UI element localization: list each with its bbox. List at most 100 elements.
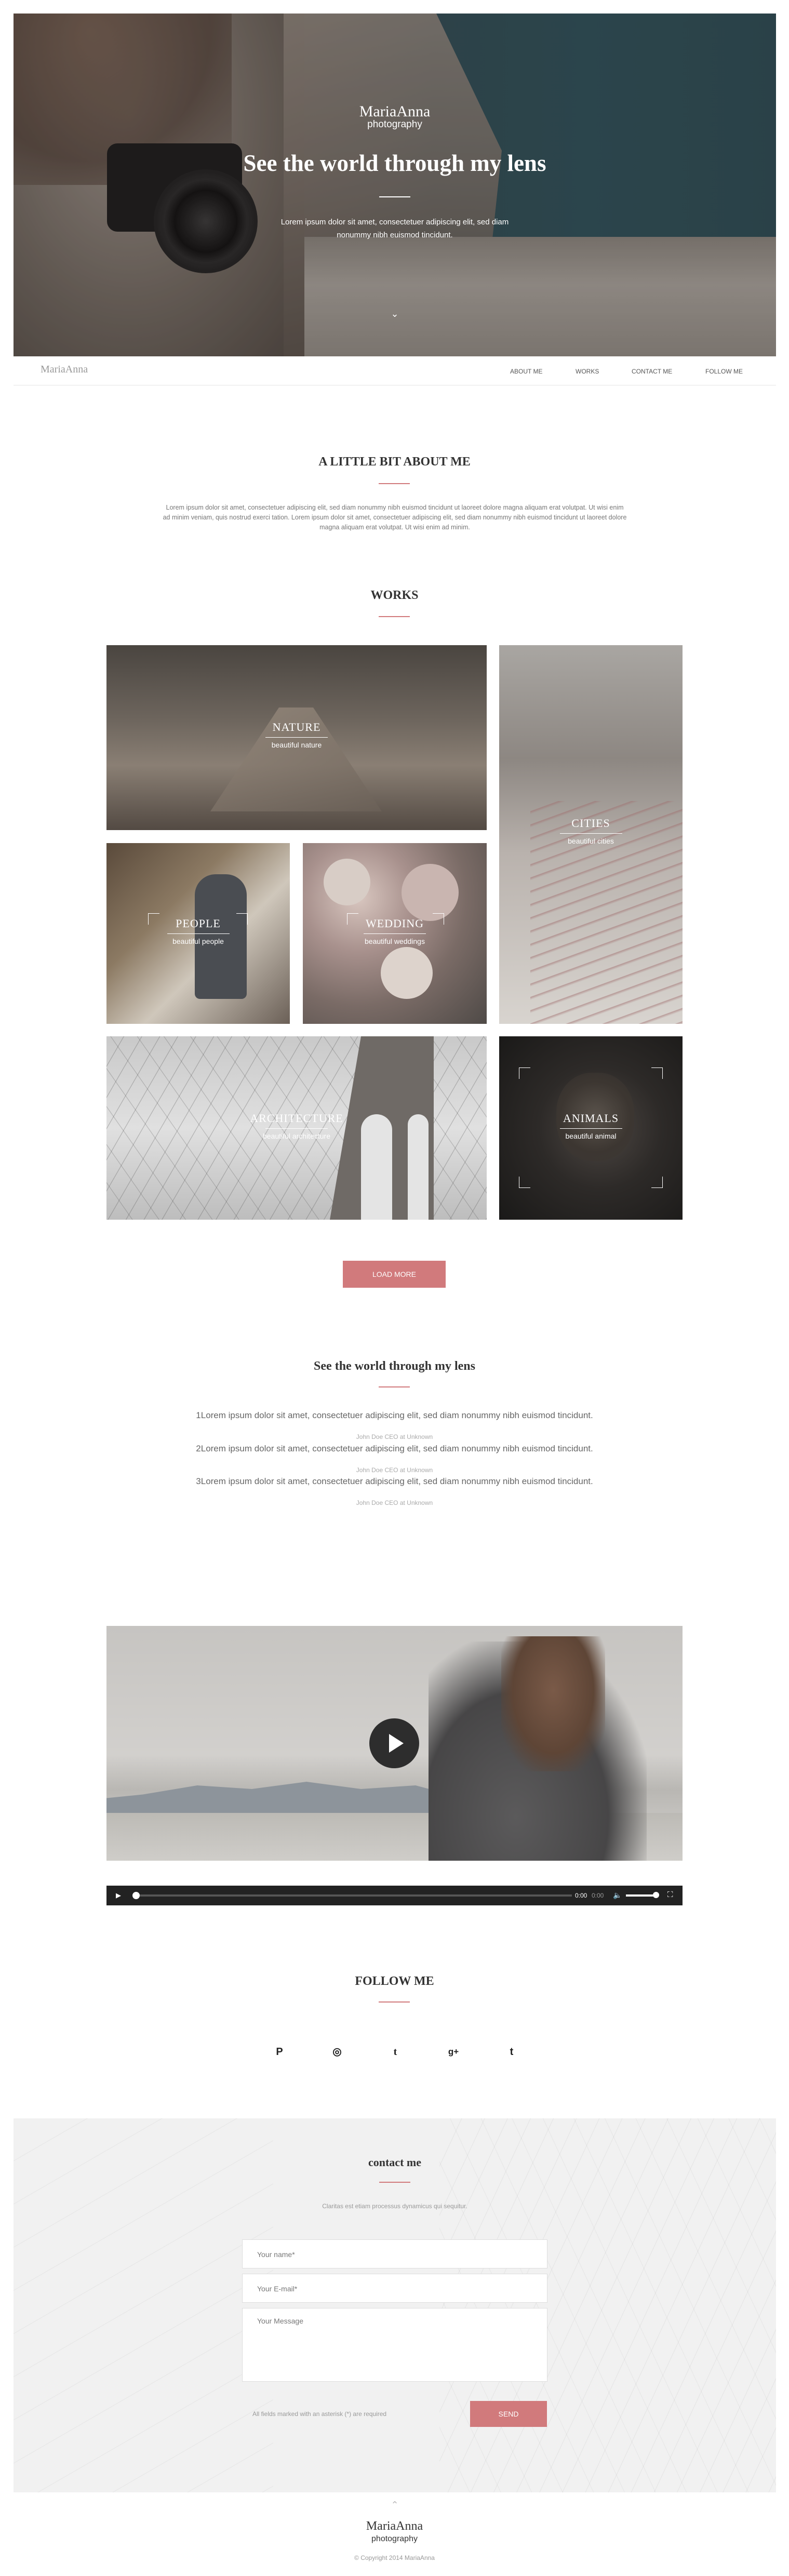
work-tile-sub: beautiful animal [565,1132,617,1140]
testimonial-quote: 3Lorem ipsum dolor sit amet, consectetue… [196,1476,593,1486]
work-tile-title: NATURE [272,720,321,733]
volume-icon[interactable]: 🔈 [613,1891,622,1900]
work-tile-title: CITIES [571,817,610,830]
play-icon[interactable]: ▶ [116,1891,121,1900]
navbar: MariaAnna ABOUT ME WORKS CONTACT ME FOLL… [14,356,776,385]
pinterest-icon[interactable]: P [272,2044,287,2060]
chevron-up-icon[interactable]: ⌃ [389,2500,401,2510]
hero-divider [379,196,410,197]
work-tile-line [265,737,328,738]
corner-tr [651,1067,663,1079]
tumblr-icon[interactable]: t [504,2044,519,2060]
video-image-hair [501,1636,605,1771]
testimonial-author: John Doe CEO at Unknown [356,1466,433,1474]
work-tile-architecture-caption: ARCHITECTURE beautiful architecture [106,1112,487,1140]
hero-title: See the world through my lens [243,150,546,176]
video-controls: ▶ 0:00 0:00 🔈 ⛶ [106,1886,683,1905]
testimonials-divider [379,1386,410,1387]
work-tile-sub: beautiful cities [568,837,614,845]
work-tile-animals[interactable]: ANIMALS beautiful animal [499,1036,683,1220]
fullscreen-icon[interactable]: ⛶ [667,1890,673,1899]
testimonial-quote: 1Lorem ipsum dolor sit amet, consectetue… [196,1410,593,1420]
testimonials-title: See the world through my lens [314,1359,475,1373]
work-tile-nature-caption: NATURE beautiful nature [106,720,487,749]
about-text: Lorem ipsum dolor sit amet, consectetuer… [163,504,627,531]
work-tile-nature[interactable]: NATURE beautiful nature [106,645,487,830]
footer-brand-sub: photography [371,2534,418,2543]
work-tile-sub: beautiful weddings [365,937,425,945]
testimonial-author: John Doe CEO at Unknown [356,1499,433,1506]
about-title: A LITTLE BIT ABOUT ME [318,455,471,469]
hero-text: Lorem ipsum dolor sit amet, consectetuer… [280,218,509,239]
work-tile-title: PEOPLE [176,917,221,930]
play-icon[interactable] [369,1718,419,1768]
work-tile-sub: beautiful nature [271,741,322,749]
video-time: 0:00 [575,1892,587,1899]
about-divider [379,483,410,484]
message-field[interactable]: Your Message [242,2308,547,2382]
corner-tl [519,1067,530,1079]
work-tile-sub: beautiful architecture [263,1132,330,1140]
contact-subtitle: Claritas est etiam processus dynamicus q… [322,2203,467,2210]
hero-brand-name: MariaAnna [359,103,431,120]
testimonial-quote: 2Lorem ipsum dolor sit amet, consectetue… [196,1444,593,1453]
chevron-down-icon[interactable]: ⌄ [389,309,401,321]
wedding-image-rose [381,947,433,999]
hero-brand-sub: photography [367,119,422,130]
work-tile-architecture[interactable]: ARCHITECTURE beautiful architecture [106,1036,487,1220]
contact-bg-cables [14,2118,273,2492]
contact-divider [379,2182,410,2183]
work-tile-sub: beautiful people [172,937,224,945]
hero-overlay [14,14,776,356]
work-tile-wedding-caption: WEDDING beautiful weddings [303,917,487,945]
work-tile-cities-caption: CITIES beautiful cities [499,817,683,845]
work-tile-cities[interactable]: CITIES beautiful cities [499,645,683,1024]
video-progress-track[interactable] [137,1894,572,1897]
work-tile-title: ARCHITECTURE [250,1112,343,1125]
work-tile-line [559,1128,622,1129]
twitter-icon[interactable]: t [387,2044,403,2060]
required-note: All fields marked with an asterisk (*) a… [252,2410,387,2418]
load-more-button[interactable]: LOAD MORE [343,1261,446,1288]
send-button[interactable]: SEND [470,2401,547,2427]
volume-slider[interactable] [626,1894,657,1897]
work-tile-title: ANIMALS [563,1112,619,1125]
hero-banner: MariaAnna photography See the world thro… [14,14,776,356]
work-tile-line [265,1128,328,1129]
nav-item-works[interactable]: WORKS [576,368,599,375]
nav-item-contact[interactable]: CONTACT ME [632,368,672,375]
corner-bl [519,1177,530,1188]
testimonial-author: John Doe CEO at Unknown [356,1433,433,1440]
email-field[interactable]: Your E-mail* [242,2274,547,2303]
volume-handle[interactable] [653,1892,659,1898]
video-duration: 0:00 [592,1892,604,1899]
nav-item-about[interactable]: ABOUT ME [510,368,542,375]
contact-section: contact me Claritas est etiam processus … [14,2118,776,2492]
work-tile-line [559,833,622,834]
work-tile-line [364,933,426,934]
wedding-image-rose [324,859,370,905]
follow-divider [379,2001,410,2003]
google-plus-icon[interactable]: g+ [446,2044,461,2060]
footer-brand-name: MariaAnna [366,2519,423,2533]
work-tile-people-caption: PEOPLE beautiful people [106,917,290,945]
work-tile-animals-caption: ANIMALS beautiful animal [499,1112,683,1140]
footer-copyright: © Copyright 2014 MariaAnna [354,2554,435,2561]
video-player[interactable] [106,1626,683,1861]
nav-logo[interactable]: MariaAnna [41,364,88,376]
follow-title: FOLLOW ME [355,1974,434,1988]
work-tile-people[interactable]: PEOPLE beautiful people [106,843,290,1024]
instagram-icon[interactable]: ◎ [329,2044,345,2060]
work-tile-title: WEDDING [365,917,424,930]
video-image-hills [106,1782,470,1814]
works-divider [379,616,410,617]
works-title: WORKS [370,589,419,602]
corner-br [651,1177,663,1188]
contact-title: contact me [368,2156,421,2169]
name-field[interactable]: Your name* [242,2239,547,2268]
video-progress-handle[interactable] [132,1892,140,1899]
work-tile-line [167,933,230,934]
work-tile-wedding[interactable]: WEDDING beautiful weddings [303,843,487,1024]
nav-item-follow[interactable]: FOLLOW ME [705,368,743,375]
wedding-image-rose [402,864,459,921]
